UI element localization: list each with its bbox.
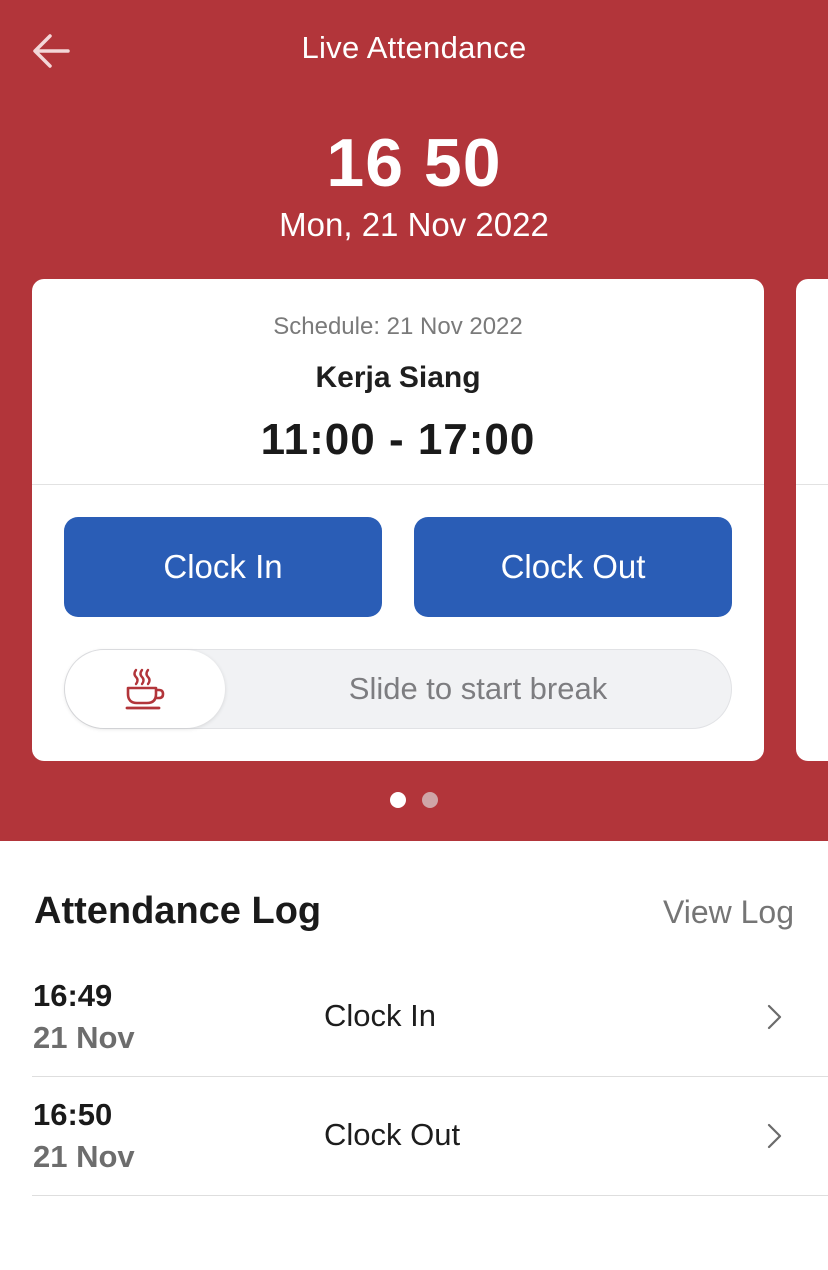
current-time: 16 50 xyxy=(326,125,502,201)
log-entry-time: 16:49 xyxy=(33,978,113,1013)
carousel-pagination xyxy=(0,792,828,810)
current-date: Mon, 21 Nov 2022 xyxy=(279,206,549,243)
schedule-card: Schedule: 21 Nov 2022 Kerja Siang 11:00 … xyxy=(32,279,764,761)
log-entry-event: Clock In xyxy=(324,998,436,1033)
shift-time: 11:00 - 17:00 xyxy=(260,415,536,464)
card-divider xyxy=(32,484,764,485)
shift-name: Kerja Siang xyxy=(315,361,481,394)
page-title: Live Attendance xyxy=(301,30,527,65)
clock-in-button[interactable]: Clock In xyxy=(64,517,382,617)
log-entry-event: Clock Out xyxy=(324,1117,461,1152)
attendance-log-title: Attendance Log xyxy=(34,890,322,932)
break-slider[interactable]: Slide to start break xyxy=(64,649,732,729)
break-slider-label: Slide to start break xyxy=(348,671,608,706)
next-schedule-card[interactable] xyxy=(796,279,828,761)
log-entry[interactable]: 16:49 21 Nov Clock In xyxy=(32,958,828,1077)
coffee-cup-icon xyxy=(125,668,165,710)
chevron-right-icon xyxy=(767,1004,782,1030)
log-entry-time: 16:50 xyxy=(33,1097,113,1132)
log-entry-date: 21 Nov xyxy=(33,1139,135,1174)
clock-out-button[interactable]: Clock Out xyxy=(414,517,732,617)
schedule-date: Schedule: 21 Nov 2022 xyxy=(273,313,523,340)
view-log-link[interactable]: View Log xyxy=(663,894,794,931)
log-entry-date: 21 Nov xyxy=(33,1020,135,1055)
chevron-right-icon xyxy=(767,1123,782,1149)
log-entry[interactable]: 16:50 21 Nov Clock Out xyxy=(32,1077,828,1196)
pagination-dot-2[interactable] xyxy=(422,792,438,808)
break-slider-handle[interactable] xyxy=(65,650,225,728)
header-section: Live Attendance 16 50 Mon, 21 Nov 2022 S… xyxy=(0,0,828,841)
card-divider xyxy=(796,484,828,485)
pagination-dot-1[interactable] xyxy=(390,792,406,808)
